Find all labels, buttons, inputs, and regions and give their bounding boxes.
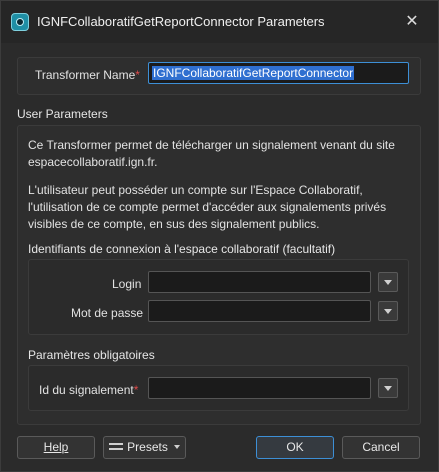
transformer-name-label-text: Transformer Name bbox=[35, 68, 136, 82]
chevron-down-icon bbox=[173, 445, 180, 449]
description-line: L'utilisateur peut posséder un compte su… bbox=[28, 183, 363, 197]
login-dropdown-button[interactable] bbox=[378, 272, 398, 292]
password-input[interactable] bbox=[148, 300, 371, 322]
required-marker: * bbox=[135, 68, 140, 82]
transformer-name-value: IGNFCollaboratifGetReportConnector bbox=[152, 66, 355, 80]
report-id-label-text: Id du signalement bbox=[39, 383, 134, 397]
description-line: l'utilisation de ce compte permet d'accé… bbox=[28, 200, 387, 214]
user-parameters-title: User Parameters bbox=[17, 107, 108, 121]
transformer-name-label: Transformer Name* bbox=[35, 68, 140, 82]
presets-button[interactable]: Presets bbox=[103, 436, 186, 459]
window-title: IGNFCollaboratifGetReportConnector Param… bbox=[37, 14, 325, 29]
password-label: Mot de passe bbox=[71, 306, 144, 320]
close-button[interactable]: ✕ bbox=[399, 9, 425, 35]
mandatory-parameters-title: Paramètres obligatoires bbox=[28, 348, 155, 362]
ok-button[interactable]: OK bbox=[256, 436, 334, 459]
fme-transformer-icon bbox=[11, 13, 29, 31]
description-block-2: L'utilisateur peut posséder un compte su… bbox=[28, 182, 408, 233]
cancel-button[interactable]: Cancel bbox=[342, 436, 420, 459]
list-icon bbox=[109, 442, 124, 452]
help-button[interactable]: Help bbox=[17, 436, 95, 459]
login-input[interactable] bbox=[148, 271, 371, 293]
presets-button-label: Presets bbox=[127, 440, 168, 454]
report-id-input[interactable] bbox=[148, 377, 371, 399]
title-bar[interactable]: IGNFCollaboratifGetReportConnector Param… bbox=[1, 1, 438, 43]
cancel-button-label: Cancel bbox=[362, 440, 400, 454]
required-marker: * bbox=[133, 383, 139, 397]
ok-button-label: OK bbox=[286, 440, 304, 454]
description-line: espacecollaboratif.ign.fr. bbox=[28, 155, 158, 169]
parameters-dialog: IGNFCollaboratifGetReportConnector Param… bbox=[0, 0, 439, 472]
login-label: Login bbox=[112, 277, 142, 291]
report-id-label: Id du signalement* bbox=[39, 383, 138, 397]
description-line: Ce Transformer permet de télécharger un … bbox=[28, 138, 395, 152]
close-icon: ✕ bbox=[405, 13, 419, 30]
description-line: visibles de ce compte, en sus des signal… bbox=[28, 217, 320, 231]
transformer-name-input[interactable]: IGNFCollaboratifGetReportConnector bbox=[148, 62, 409, 84]
description-block-1: Ce Transformer permet de télécharger un … bbox=[28, 137, 408, 171]
help-button-label: Help bbox=[43, 440, 69, 454]
credentials-title: Identifiants de connexion à l'espace col… bbox=[28, 242, 336, 256]
report-id-dropdown-button[interactable] bbox=[378, 378, 398, 398]
password-dropdown-button[interactable] bbox=[378, 301, 398, 321]
